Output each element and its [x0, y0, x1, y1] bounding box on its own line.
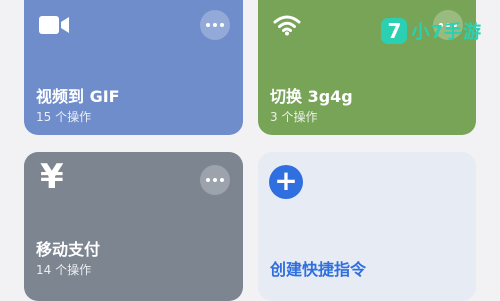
shortcut-action-count: 3 个操作	[270, 110, 318, 124]
create-shortcut-label: 创建快捷指令	[270, 260, 367, 279]
watermark-text: 小7手游	[411, 22, 482, 43]
more-options-button[interactable]	[200, 165, 230, 195]
shortcut-title: 移动支付	[36, 240, 101, 259]
shortcut-title: 切换 3g4g	[270, 87, 353, 106]
shortcut-action-count: 15 个操作	[36, 110, 92, 124]
wifi-icon	[273, 15, 301, 36]
video-camera-icon	[39, 16, 69, 34]
shortcut-action-count: 14 个操作	[36, 263, 92, 277]
shortcut-card-video-to-gif[interactable]: 视频到 GIF 15 个操作	[24, 0, 243, 135]
shortcut-title: 视频到 GIF	[36, 87, 120, 106]
plus-icon: +	[269, 165, 303, 199]
watermark-badge: 7	[381, 18, 408, 44]
yen-icon: ¥	[40, 157, 64, 197]
create-shortcut-card[interactable]: + 创建快捷指令	[258, 152, 476, 301]
shortcut-card-mobile-pay[interactable]: ¥ 移动支付 14 个操作	[24, 152, 243, 301]
more-options-button[interactable]	[200, 10, 230, 40]
watermark-logo: 7 小7手游	[381, 18, 482, 44]
